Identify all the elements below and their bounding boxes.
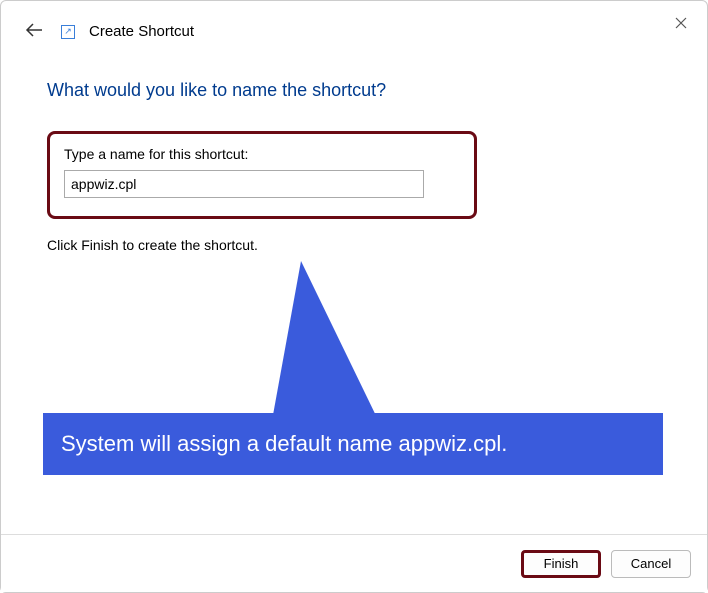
shortcut-name-input[interactable] bbox=[64, 170, 424, 198]
instruction-text: Click Finish to create the shortcut. bbox=[47, 237, 661, 253]
annotation-text: System will assign a default name appwiz… bbox=[61, 431, 507, 456]
shortcut-name-section: Type a name for this shortcut: bbox=[47, 131, 477, 219]
close-button[interactable] bbox=[669, 11, 693, 35]
field-label: Type a name for this shortcut: bbox=[64, 146, 460, 162]
cancel-button[interactable]: Cancel bbox=[611, 550, 691, 578]
wizard-footer: Finish Cancel bbox=[1, 534, 707, 592]
annotation-callout: System will assign a default name appwiz… bbox=[43, 413, 663, 475]
main-heading: What would you like to name the shortcut… bbox=[47, 80, 661, 101]
page-title: Create Shortcut bbox=[89, 23, 194, 40]
finish-button[interactable]: Finish bbox=[521, 550, 601, 578]
wizard-header: ↗ Create Shortcut bbox=[1, 1, 707, 50]
annotation-pointer bbox=[271, 261, 381, 431]
shortcut-icon: ↗ bbox=[61, 25, 75, 39]
back-arrow[interactable] bbox=[21, 19, 47, 44]
